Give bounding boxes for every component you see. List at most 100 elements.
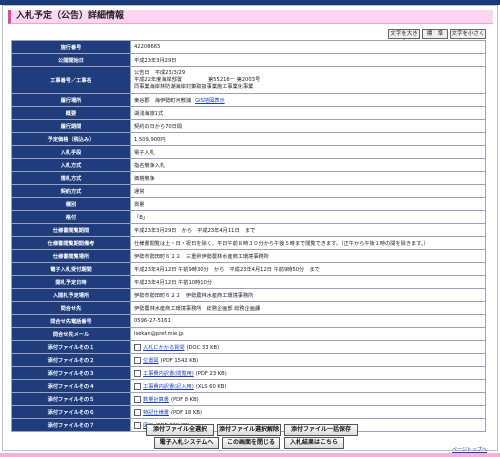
attachment-checkbox[interactable] bbox=[134, 356, 141, 364]
bid-results-button[interactable]: 入札結果はこちら bbox=[284, 437, 344, 449]
detail-value: 測量 bbox=[134, 201, 145, 208]
detail-value-line: 平成22年度海岸部置 第55216一 第2003号 bbox=[134, 76, 261, 83]
detail-row: 仕様書閲覧期間備考 仕様書閲覧は土・日・祝日を除く、平日午前８時３０分から午後５時… bbox=[11, 236, 486, 250]
detail-row: 仕様書閲覧期間 平成23年3月29日 から 平成23年4月11日 まで bbox=[11, 223, 486, 237]
detail-key: 添付ファイルその６ bbox=[11, 405, 131, 419]
detail-value-cell: 平成23年3月29日 から 平成23年4月11日 まで bbox=[130, 223, 486, 237]
detail-key: 問合せ先 bbox=[11, 301, 131, 315]
attachment-meta: (PDF 8 KB) bbox=[170, 396, 199, 403]
detail-value-cell: 電子入札 bbox=[130, 145, 486, 159]
detail-row: 添付ファイルその６ 特記仕様書 (PDF 18 KB) bbox=[11, 405, 486, 419]
detail-value-cell: 入札にかかる質問 (DOC 33 KB) bbox=[130, 340, 486, 354]
detail-value-cell: 平成23年3月29日 bbox=[130, 53, 486, 67]
attachment-checkbox[interactable] bbox=[134, 343, 141, 351]
attachment-checkbox[interactable] bbox=[134, 369, 141, 377]
detail-value-cell: 数量計算書 (PDF 8 KB) bbox=[130, 392, 486, 406]
detail-value-cell: 伊勢市勢田町６２２ 伊勢農林水産商工環境事務所 bbox=[130, 288, 486, 302]
detail-value-cell: 湖浅海旅1式 bbox=[130, 106, 486, 120]
close-window-button[interactable]: この画面を閉じる bbox=[222, 437, 280, 449]
detail-row: 添付ファイルその４ 工事費内訳書(記入用) (XLS 60 KB) bbox=[11, 379, 486, 393]
detail-value-cell: 1,509,900円 bbox=[130, 132, 486, 146]
detail-key: 履行期間 bbox=[11, 119, 131, 133]
detail-value: 平成23年4月12日 午前10時10分 bbox=[134, 279, 213, 286]
page-top-link[interactable]: ページトップへ bbox=[452, 446, 487, 453]
detail-value-cell: 工事費内訳書(閲覧用) (PDF 23 KB) bbox=[130, 366, 486, 380]
detail-value-cell: 測量 bbox=[130, 197, 486, 211]
attachment-link[interactable]: 工事費内訳書(閲覧用) bbox=[143, 371, 194, 377]
detail-key: 格付 bbox=[11, 210, 131, 224]
detail-key: 公開開始日 bbox=[11, 53, 131, 67]
save-all-attachments-button[interactable]: 添付ファイル一括保存 bbox=[284, 424, 358, 436]
attachment-checkbox[interactable] bbox=[134, 395, 141, 403]
attachment-link[interactable]: 数量計算書 bbox=[143, 397, 169, 403]
detail-table: 施行番号 42208665 公開開始日 平成23年3月29日 工事番号／工事名 公告日 平… bbox=[11, 40, 486, 432]
detail-key: 種別 bbox=[11, 197, 131, 211]
detail-row: 入札手段 電子入札 bbox=[11, 145, 486, 159]
detail-key: 仕様書閲覧期間 bbox=[11, 223, 131, 237]
detail-value-cell: 位置図 (PDF 1542 KB) bbox=[130, 353, 486, 367]
gis-map-link[interactable]: GIS地図表示 bbox=[195, 98, 225, 104]
detail-key: 問合せ先電話番号 bbox=[11, 314, 131, 328]
detail-key: 添付ファイルその４ bbox=[11, 379, 131, 393]
detail-value-cell: 「B」 bbox=[130, 210, 486, 224]
detail-value: 伊勢市勢田町６２２ 伊勢農林水産商工環境事務所 bbox=[134, 292, 254, 299]
detail-value: 契約の日から70日間 bbox=[134, 123, 183, 130]
detail-key: 入札方式 bbox=[11, 158, 131, 172]
detail-row: 添付ファイルその２ 位置図 (PDF 1542 KB) bbox=[11, 353, 486, 367]
attachment-meta: (DOC 33 KB) bbox=[186, 344, 220, 351]
attachment-link[interactable]: 入札にかかる質問 bbox=[143, 345, 185, 351]
detail-row: 予定価格（税込み） 1,509,900円 bbox=[11, 132, 486, 146]
detail-row: 問合せ先 伊勢農林水産商工環境事務所 総務企画部 総務企画課 bbox=[11, 301, 486, 315]
attachment-link[interactable]: 工事費内訳書(記入用) bbox=[143, 384, 194, 390]
font-larger-button[interactable]: 文字を大きく bbox=[388, 29, 420, 45]
deselect-attachments-button[interactable]: 添付ファイル選択解除 bbox=[217, 424, 281, 436]
detail-row: 添付ファイルその１ 入札にかかる質問 (DOC 33 KB) bbox=[11, 340, 486, 354]
font-smaller-button[interactable]: 文字を小さく bbox=[450, 29, 486, 39]
detail-row: 種別 測量 bbox=[11, 197, 486, 211]
attachment-meta: (PDF 18 KB) bbox=[170, 409, 202, 416]
detail-value-cell: 平成23年4月12日 午前10時10分 bbox=[130, 275, 486, 289]
detail-value: 平成23年3月29日 から 平成23年4月11日 まで bbox=[134, 227, 256, 234]
detail-key: 仕様書閲覧期間備考 bbox=[11, 236, 131, 250]
detail-value: 1,509,900円 bbox=[134, 136, 166, 143]
detail-value-cell: 工事費内訳書(記入用) (XLS 60 KB) bbox=[130, 379, 486, 393]
detail-value-line: 同事業海岸林防潮海岸対策取扱事業施工事業化事業 bbox=[134, 83, 254, 90]
detail-key: 落札方式 bbox=[11, 171, 131, 185]
detail-key: 予定価格（税込み） bbox=[11, 132, 131, 146]
detail-value-cell: 伊勢農林水産商工環境事務所 総務企画部 総務企画課 bbox=[130, 301, 486, 315]
detail-value: 東谷郡 海伊勢町河敷浦 bbox=[134, 97, 192, 104]
attachment-link[interactable]: 位置図 bbox=[143, 358, 159, 364]
detail-value: isekan@pref.mie.jp bbox=[134, 331, 184, 337]
attachment-meta: (PDF 23 KB) bbox=[195, 370, 227, 377]
attachment-meta: (PDF 1542 KB) bbox=[160, 357, 199, 364]
detail-row: 概要 湖浅海旅1式 bbox=[11, 106, 486, 120]
detail-row: 問合せ先メール isekan@pref.mie.jp bbox=[11, 327, 486, 341]
detail-key: 添付ファイルその１ bbox=[11, 340, 131, 354]
detail-value-cell: 契約の日から70日間 bbox=[130, 119, 486, 133]
detail-value-cell: 通常 bbox=[130, 184, 486, 198]
detail-value-cell: 価格競争 bbox=[130, 171, 486, 185]
detail-value: 通常 bbox=[134, 188, 145, 195]
detail-key: 工事番号／工事名 bbox=[11, 66, 131, 94]
detail-row: 履行場所 東谷郡 海伊勢町河敷浦 GIS地図表示 bbox=[11, 93, 486, 107]
detail-value: 湖浅海旅1式 bbox=[134, 110, 164, 117]
detail-value-cell: 特記仕様書 (PDF 18 KB) bbox=[130, 405, 486, 419]
e-bid-system-button[interactable]: 電子入札システムへ bbox=[154, 437, 219, 449]
attachment-link[interactable]: 特記仕様書 bbox=[143, 410, 169, 416]
detail-row: 開札予定日時 平成23年4月12日 午前10時10分 bbox=[11, 275, 486, 289]
detail-key: 添付ファイルその３ bbox=[11, 366, 131, 380]
detail-key: 仕様書閲覧場所 bbox=[11, 249, 131, 263]
detail-row: 入札方式 指名競争入札 bbox=[11, 158, 486, 172]
detail-value-cell: 0596-27-5161 bbox=[130, 314, 486, 328]
detail-value-cell: 仕様書閲覧は土・日・祝日を除く、平日午前８時３０分から午後５時まで閲覧できます。… bbox=[130, 236, 486, 250]
detail-key: 開札予定日時 bbox=[11, 275, 131, 289]
detail-value: 0596-27-5161 bbox=[134, 318, 171, 324]
attachment-checkbox[interactable] bbox=[134, 408, 141, 416]
font-standard-button[interactable]: 標 準 bbox=[422, 29, 448, 39]
attachment-checkbox[interactable] bbox=[134, 382, 141, 390]
detail-key: 入札手段 bbox=[11, 145, 131, 159]
select-all-attachments-button[interactable]: 添付ファイル全選択 bbox=[146, 424, 214, 436]
detail-value-cell: 東谷郡 海伊勢町河敷浦 GIS地図表示 bbox=[130, 93, 486, 107]
detail-key: 添付ファイルその２ bbox=[11, 353, 131, 367]
detail-key: 添付ファイルその５ bbox=[11, 392, 131, 406]
